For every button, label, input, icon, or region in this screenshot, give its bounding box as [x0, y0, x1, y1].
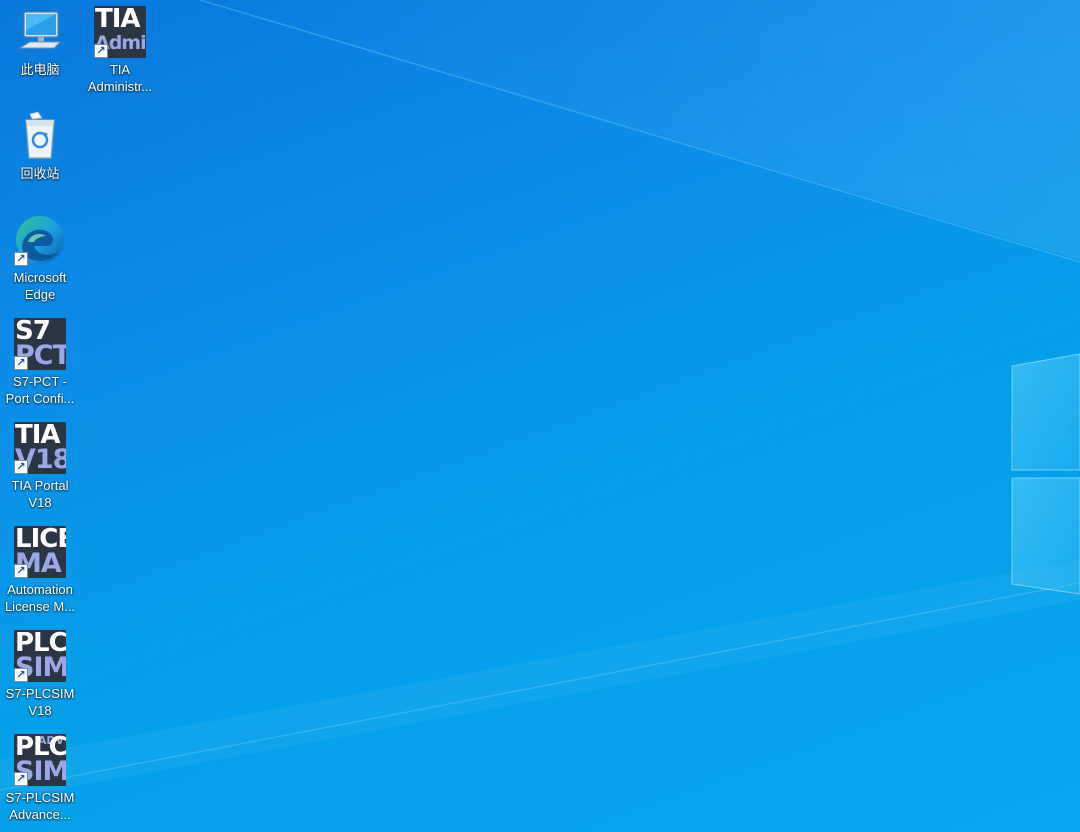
- desktop-icon-label: 回收站: [20, 166, 60, 181]
- license-manager-icon: LICEN MA ↗: [14, 526, 66, 578]
- desktop-icon-label: S7-PLCSIM Advance...: [5, 790, 75, 822]
- s7-pct-icon: S7 PCT ↗: [14, 318, 66, 370]
- desktop-icon-tia-administrator[interactable]: TIA Admin ↗ TIA Administr...: [80, 6, 160, 95]
- tia-portal-icon: TIA V18 ↗: [14, 422, 66, 474]
- desktop-icon-label: Automation License M...: [4, 582, 76, 614]
- desktop-icon-label: S7-PCT - Port Confi...: [5, 374, 75, 406]
- desktop-icon-label: TIA Administr...: [87, 62, 153, 94]
- desktop-icon-s7-plcsim-v18[interactable]: PLC SIM ↗ S7-PLCSIM V18: [0, 630, 80, 719]
- desktop-icon-label: Microsoft Edge: [13, 270, 67, 302]
- desktop-icon-label: 此电脑: [20, 62, 60, 77]
- recycle-bin-icon: [14, 110, 66, 162]
- plcsim-advanced-icon: ADV PLC SIM ↗: [14, 734, 66, 786]
- desktop-icon-this-pc[interactable]: 此电脑: [0, 6, 80, 78]
- shortcut-arrow-icon: ↗: [14, 772, 28, 786]
- computer-icon: [14, 6, 66, 58]
- desktop-icon-label: S7-PLCSIM V18: [5, 686, 75, 718]
- shortcut-arrow-icon: ↗: [14, 564, 28, 578]
- desktop-icon-recycle-bin[interactable]: 回收站: [0, 110, 80, 182]
- desktop-icon-tia-portal-v18[interactable]: TIA V18 ↗ TIA Portal V18: [0, 422, 80, 511]
- shortcut-arrow-icon: ↗: [14, 356, 28, 370]
- edge-icon: ↗: [14, 214, 66, 266]
- tia-administrator-icon: TIA Admin ↗: [94, 6, 146, 58]
- plcsim-icon: PLC SIM ↗: [14, 630, 66, 682]
- desktop-icon-label: TIA Portal V18: [11, 478, 69, 510]
- desktop-icon-s7-plcsim-advanced[interactable]: ADV PLC SIM ↗ S7-PLCSIM Advance...: [0, 734, 80, 823]
- desktop-icon-microsoft-edge[interactable]: ↗ Microsoft Edge: [0, 214, 80, 303]
- desktop-icon-s7-pct[interactable]: S7 PCT ↗ S7-PCT - Port Confi...: [0, 318, 80, 407]
- desktop-icon-automation-license-manager[interactable]: LICEN MA ↗ Automation License M...: [0, 526, 80, 615]
- shortcut-arrow-icon: ↗: [14, 668, 28, 682]
- desktop-wallpaper: [0, 0, 1080, 832]
- shortcut-arrow-icon: ↗: [94, 44, 108, 58]
- shortcut-arrow-icon: ↗: [14, 252, 28, 266]
- shortcut-arrow-icon: ↗: [14, 460, 28, 474]
